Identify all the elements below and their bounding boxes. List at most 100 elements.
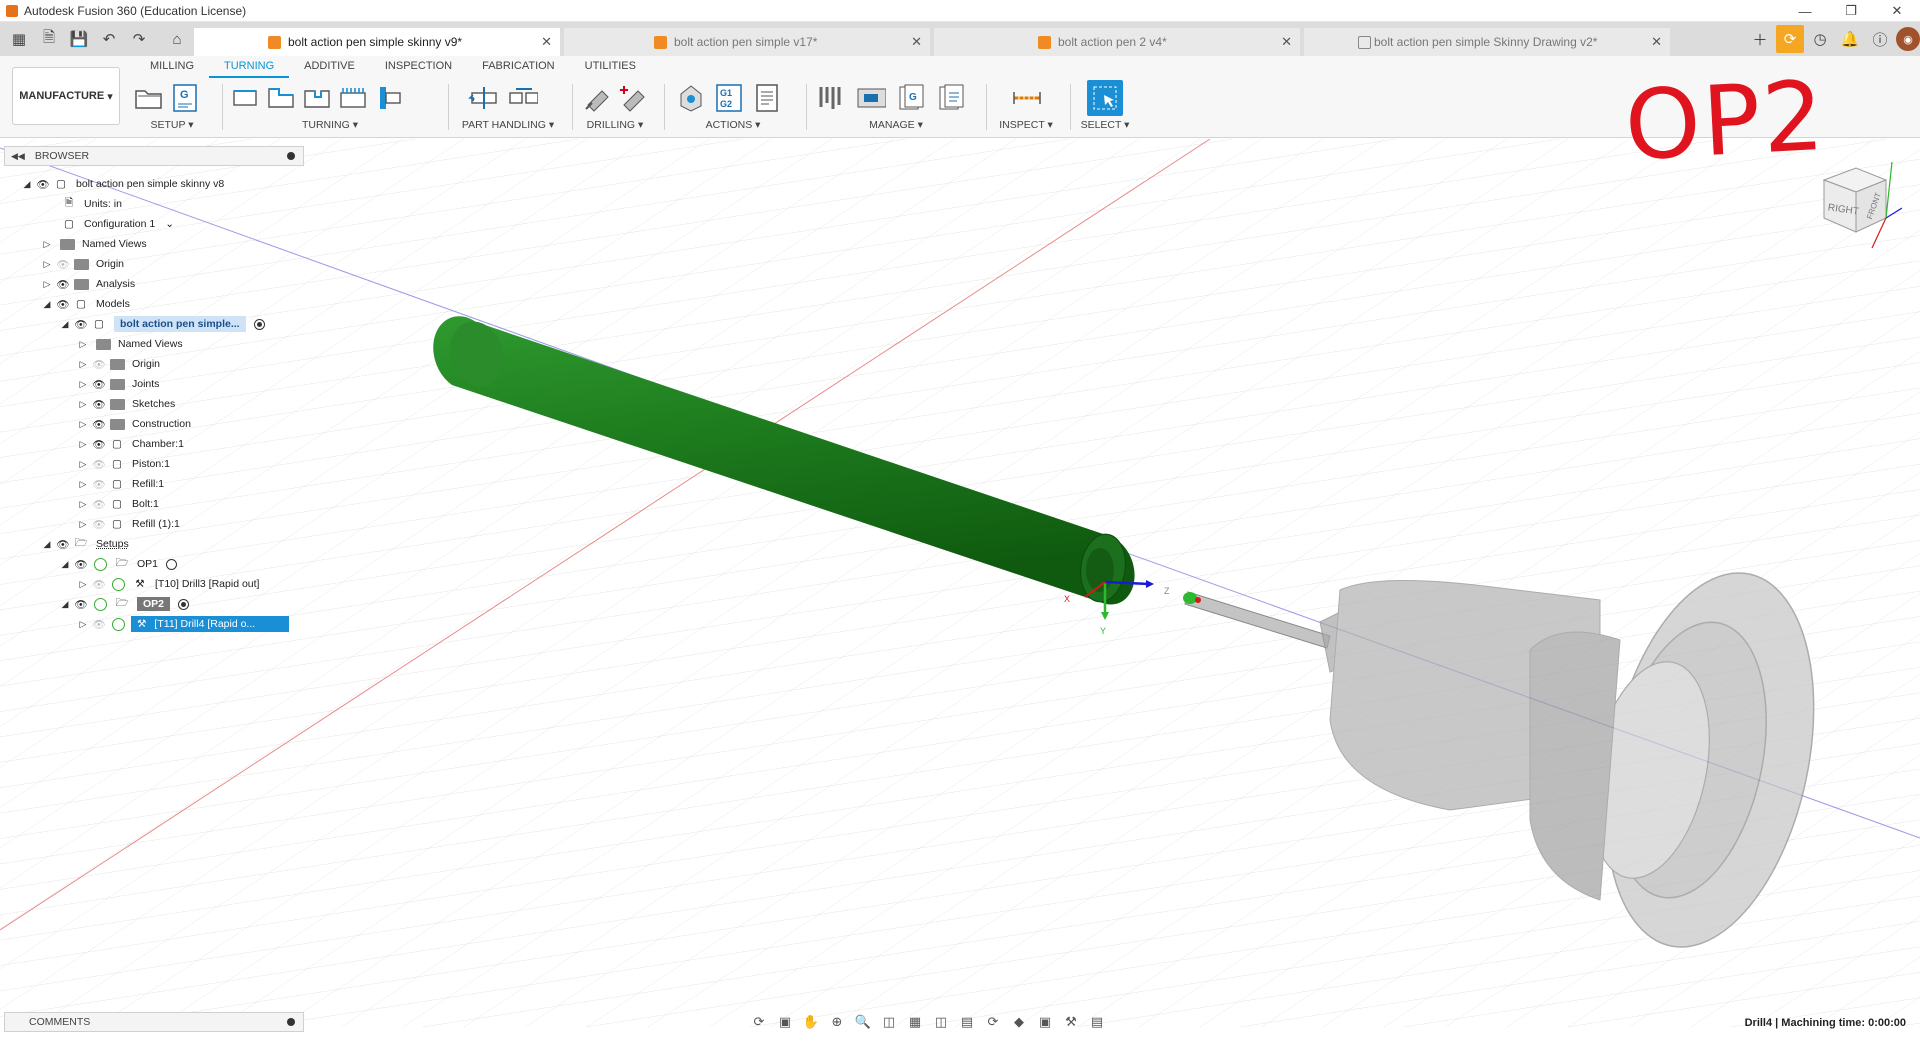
hidden-eye-icon[interactable]: 👁: [90, 517, 108, 531]
tree-configuration[interactable]: ▢ Configuration 1 ⌄: [60, 214, 174, 234]
redo-icon[interactable]: ↷: [126, 26, 152, 52]
tab-bolt-action-pen-simple-v17[interactable]: bolt action pen simple v17* ✕: [564, 28, 930, 56]
tree-named-views-2[interactable]: ▷ Named Views: [76, 334, 183, 354]
hidden-eye-icon[interactable]: 👁: [90, 617, 108, 631]
drilling-group-label[interactable]: DRILLING ▾: [582, 119, 648, 131]
turning-thread-icon[interactable]: [338, 83, 368, 113]
turning-face-icon[interactable]: [230, 83, 260, 113]
tab-bolt-action-pen-2-v4[interactable]: bolt action pen 2 v4* ✕: [934, 28, 1300, 56]
visibility-eye-icon[interactable]: 👁: [72, 597, 90, 611]
expand-arrow-icon[interactable]: ▷: [76, 479, 90, 490]
setup-group-label[interactable]: SETUP ▾: [134, 119, 210, 131]
camera-icon[interactable]: ▣: [1034, 1012, 1056, 1032]
orbit-icon[interactable]: ⟳: [748, 1012, 770, 1032]
tree-sketches[interactable]: ▷ 👁 Sketches: [76, 394, 176, 414]
fit-icon[interactable]: 🔍: [852, 1012, 874, 1032]
expand-arrow-icon[interactable]: ▷: [40, 239, 54, 250]
expand-arrow-icon[interactable]: ▷: [40, 259, 54, 270]
expand-arrow-icon[interactable]: ◢: [58, 559, 72, 570]
expand-arrow-icon[interactable]: ◢: [40, 539, 54, 550]
hidden-eye-icon[interactable]: 👁: [90, 357, 108, 371]
visibility-eye-icon[interactable]: 👁: [54, 297, 72, 311]
part-handling-group-label[interactable]: PART HANDLING ▾: [460, 119, 556, 131]
hidden-eye-icon[interactable]: 👁: [90, 477, 108, 491]
expand-arrow-icon[interactable]: ◢: [40, 299, 54, 310]
hidden-eye-icon[interactable]: 👁: [90, 577, 108, 591]
expand-arrow-icon[interactable]: ▷: [76, 459, 90, 470]
tree-refill[interactable]: ▷ 👁 ▢ Refill:1: [76, 474, 165, 494]
user-avatar-icon[interactable]: ◉: [1896, 27, 1920, 51]
expand-arrow-icon[interactable]: ▷: [40, 279, 54, 290]
expand-arrow-icon[interactable]: ◢: [58, 319, 72, 330]
inspect-group-label[interactable]: INSPECT ▾: [996, 119, 1056, 131]
close-tab-icon[interactable]: ✕: [911, 34, 922, 50]
drill-add-icon[interactable]: [618, 83, 648, 113]
machine-library-icon[interactable]: [856, 83, 886, 113]
select-group-label[interactable]: SELECT ▾: [1080, 119, 1130, 131]
restore-icon[interactable]: ❐: [1828, 0, 1874, 22]
turning-groove-icon[interactable]: [302, 83, 332, 113]
job-status-icon[interactable]: ⟳: [1776, 25, 1804, 53]
notification-bell-icon[interactable]: 🔔: [1836, 25, 1864, 53]
part-transfer-icon[interactable]: [508, 83, 538, 113]
workspace-switcher[interactable]: MANUFACTURE ▾: [12, 67, 120, 125]
zoom-icon[interactable]: ⊕: [826, 1012, 848, 1032]
expand-arrow-icon[interactable]: ▷: [76, 519, 90, 530]
pan-icon[interactable]: ✋: [800, 1012, 822, 1032]
expand-arrow-icon[interactable]: ▷: [76, 439, 90, 450]
hidden-eye-icon[interactable]: 👁: [90, 457, 108, 471]
material-icon[interactable]: ◆: [1008, 1012, 1030, 1032]
tab-bolt-action-pen-simple-skinny-drawing-v2[interactable]: bolt action pen simple Skinny Drawing v2…: [1304, 28, 1670, 56]
clock-icon[interactable]: ◷: [1806, 25, 1834, 53]
tab-milling[interactable]: MILLING: [135, 56, 209, 78]
file-menu-icon[interactable]: 🗎: [36, 26, 62, 52]
visibility-eye-icon[interactable]: 👁: [72, 317, 90, 331]
help-icon[interactable]: ⓘ: [1866, 25, 1894, 53]
collapse-panel-icon[interactable]: ◀◀: [11, 151, 25, 162]
viewports-icon[interactable]: ◫: [930, 1012, 952, 1032]
data-panel-grid-icon[interactable]: ▦: [6, 26, 32, 52]
expand-arrow-icon[interactable]: ◢: [20, 179, 34, 190]
tree-op2[interactable]: ◢ 👁 🗁 OP2: [58, 594, 190, 614]
tree-construction[interactable]: ▷ 👁 Construction: [76, 414, 191, 434]
stock-display-icon[interactable]: ▤: [1086, 1012, 1108, 1032]
visibility-eye-icon[interactable]: 👁: [54, 537, 72, 551]
chevron-down-icon[interactable]: ⌄: [165, 218, 174, 230]
tab-inspection[interactable]: INSPECTION: [370, 56, 467, 78]
drill-icon[interactable]: [582, 83, 612, 113]
tree-units[interactable]: 🗎 Units: in: [60, 194, 122, 214]
tab-bolt-action-pen-simple-skinny-v9[interactable]: bolt action pen simple skinny v9* ✕: [194, 28, 560, 56]
close-tab-icon[interactable]: ✕: [541, 34, 552, 50]
tree-analysis[interactable]: ▷ 👁 Analysis: [40, 274, 136, 294]
template-library-icon[interactable]: [936, 83, 966, 113]
expand-arrow-icon[interactable]: ▷: [76, 339, 90, 350]
grid-settings-icon[interactable]: ▦: [904, 1012, 926, 1032]
expand-arrow-icon[interactable]: ▷: [76, 619, 90, 630]
activate-radio-icon[interactable]: [166, 558, 178, 570]
pin-icon[interactable]: [287, 152, 295, 160]
expand-arrow-icon[interactable]: ▷: [76, 399, 90, 410]
tree-model-component[interactable]: ◢ 👁 ▢ bolt action pen simple...: [58, 314, 265, 334]
refresh-icon[interactable]: ⟳: [982, 1012, 1004, 1032]
home-icon[interactable]: ⌂: [164, 26, 190, 52]
section-icon[interactable]: ▤: [956, 1012, 978, 1032]
post-library-icon[interactable]: G: [896, 83, 926, 113]
close-tab-icon[interactable]: ✕: [1281, 34, 1292, 50]
visibility-eye-icon[interactable]: 👁: [72, 557, 90, 571]
expand-arrow-icon[interactable]: ▷: [76, 579, 90, 590]
expand-arrow-icon[interactable]: ▷: [76, 379, 90, 390]
tree-models[interactable]: ◢ 👁 ▢ Models: [40, 294, 130, 314]
turning-profile-icon[interactable]: [266, 83, 296, 113]
turning-group-label[interactable]: TURNING ▾: [230, 119, 430, 131]
browser-header[interactable]: ◀◀ BROWSER: [4, 146, 304, 166]
pin-icon[interactable]: [287, 1018, 295, 1026]
tool-library-icon[interactable]: [816, 83, 846, 113]
tree-joints[interactable]: ▷ 👁 Joints: [76, 374, 160, 394]
turning-part-icon[interactable]: [374, 83, 404, 113]
visibility-eye-icon[interactable]: 👁: [90, 417, 108, 431]
view-cube[interactable]: RIGHT FRONT: [1812, 160, 1903, 250]
tab-turning[interactable]: TURNING: [209, 56, 290, 78]
expand-arrow-icon[interactable]: ◢: [58, 599, 72, 610]
post-process-icon[interactable]: G1 G2: [714, 83, 744, 113]
tree-origin[interactable]: ▷ 👁 Origin: [40, 254, 124, 274]
